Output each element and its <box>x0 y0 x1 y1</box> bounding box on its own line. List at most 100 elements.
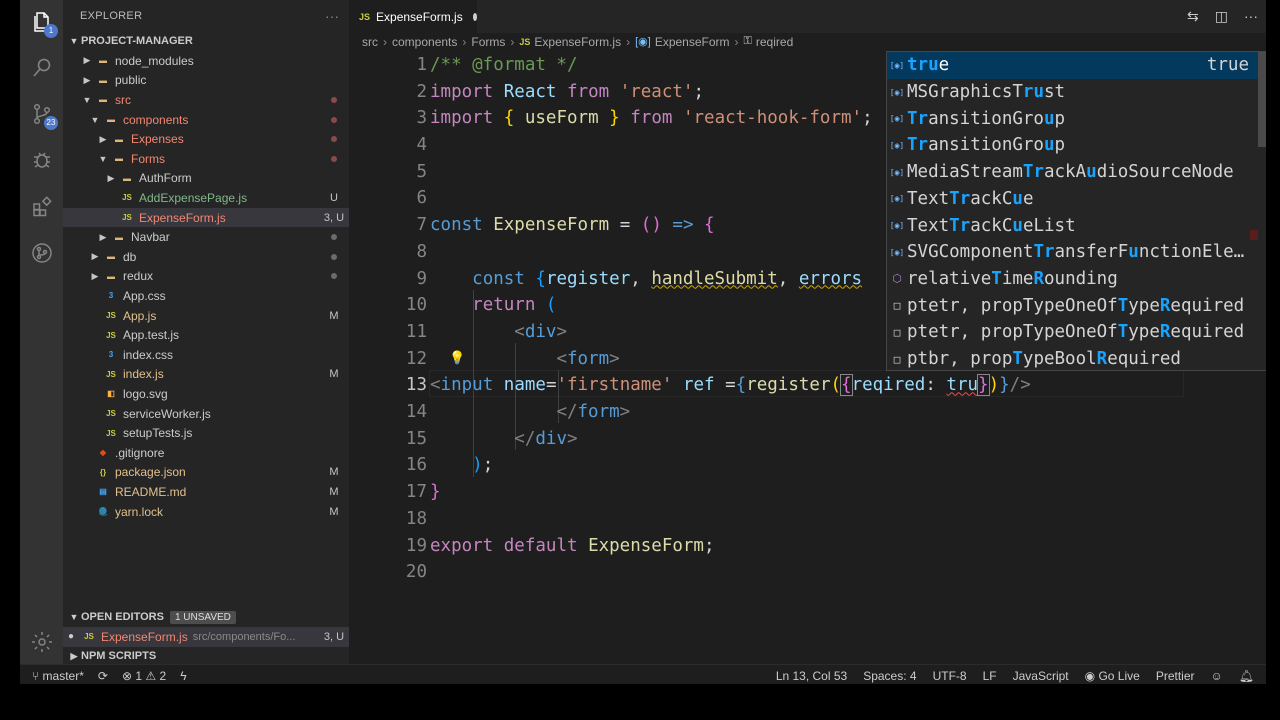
tree-folder[interactable]: ▶ ▬ node_modules <box>63 51 349 71</box>
tree-file[interactable]: JS ExpenseForm.js 3, U <box>63 207 349 228</box>
chevron-right-icon[interactable]: ▶ <box>97 232 109 243</box>
suggestion-item[interactable]: [◉] TransitionGroup <box>887 132 1259 159</box>
notifications-bell-icon[interactable]: 🔔︎ <box>1239 669 1254 683</box>
tree-folder[interactable]: ▶ ▬ AuthForm <box>63 169 349 189</box>
tree-folder[interactable]: ▶ ▬ db <box>63 247 349 267</box>
tree-file[interactable]: JS App.js M <box>63 306 349 326</box>
breadcrumb-item[interactable]: Forms <box>471 35 505 49</box>
suggestion-label: TextTrackCue <box>907 188 1034 209</box>
breadcrumb-item[interactable]: reqired <box>756 35 793 49</box>
git-branch-icon: ⑂ <box>32 669 40 683</box>
suggestion-item[interactable]: [◉] MediaStreamTrackAudioSourceNode <box>887 159 1259 186</box>
settings-gear-icon[interactable] <box>28 628 56 656</box>
suggestion-item[interactable]: □ ptbr, propTypeBoolRequired <box>887 346 1259 370</box>
css-file-icon: 3 <box>108 291 114 301</box>
editor-actions: ⇆ ◫ ··· <box>1187 8 1258 25</box>
open-editors-header[interactable]: ▼ OPEN EDITORS 1 UNSAVED <box>63 607 349 627</box>
tree-file[interactable]: JS AddExpensePage.js U <box>63 188 349 208</box>
chevron-right-icon[interactable]: ▶ <box>97 134 109 145</box>
chevron-right-icon[interactable]: ▶ <box>105 173 117 184</box>
explorer-icon[interactable]: 1 <box>28 8 58 38</box>
breadcrumb-item[interactable]: ExpenseForm.js <box>534 35 621 49</box>
breadcrumb-item[interactable]: src <box>362 35 378 49</box>
suggestion-item[interactable]: [◉] TextTrackCue <box>887 186 1259 213</box>
chevron-right-icon[interactable]: ▶ <box>89 271 101 282</box>
variable-icon: [◉] <box>889 140 905 150</box>
suggestion-item[interactable]: ⬡ relativeTimeRounding <box>887 266 1259 293</box>
breadcrumb-item[interactable]: ExpenseForm <box>655 35 730 49</box>
breadcrumb-item[interactable]: components <box>392 35 457 49</box>
feedback-icon[interactable]: ☺ <box>1211 669 1223 683</box>
explorer-badge: 1 <box>44 24 58 38</box>
search-icon[interactable] <box>28 54 56 82</box>
folder-file-icon: ▬ <box>123 173 131 183</box>
unsaved-dot-icon[interactable] <box>472 12 477 21</box>
suggestion-item[interactable]: □ ptetr, propTypeOneOfTypeRequired <box>887 319 1259 346</box>
chevron-right-icon[interactable]: ▶ <box>81 55 93 66</box>
tree-folder[interactable]: ▶ ▬ Navbar <box>63 227 349 247</box>
autocomplete-suggest-widget[interactable]: [◉] true true [◉] MSGraphicsTrust [◉] Transiti… <box>886 51 1266 371</box>
tree-file[interactable]: 3 index.css <box>63 345 349 365</box>
tree-file[interactable]: 🧶︎ yarn.lock M <box>63 502 349 522</box>
compare-icon[interactable]: ⇆ <box>1187 8 1199 25</box>
unsaved-dot-icon[interactable]: ● <box>63 631 79 642</box>
indentation[interactable]: Spaces: 4 <box>863 669 916 683</box>
tree-file[interactable]: JS serviceWorker.js <box>63 404 349 424</box>
code-line-2: import React from 'react'; <box>430 81 705 102</box>
tree-file[interactable]: ▤ README.md M <box>63 482 349 502</box>
suggestion-item[interactable]: [◉] SVGComponentTransferFunctionEle… <box>887 239 1259 266</box>
open-editor-item[interactable]: ● JS ExpenseForm.js src/components/Fo...… <box>63 627 349 647</box>
chevron-right-icon[interactable]: ▶ <box>81 75 93 86</box>
debug-icon[interactable] <box>28 146 56 174</box>
chevron-down-icon[interactable]: ▼ <box>89 115 101 125</box>
go-live-button[interactable]: ◉ Go Live <box>1085 669 1140 683</box>
prettier-status[interactable]: Prettier <box>1156 669 1195 683</box>
tree-folder[interactable]: ▼ ▬ Forms <box>63 149 349 169</box>
cursor-position[interactable]: Ln 13, Col 53 <box>776 669 847 683</box>
tree-file[interactable]: ◆ .gitignore <box>63 443 349 463</box>
lightning-icon[interactable]: ϟ <box>180 669 186 683</box>
tree-folder[interactable]: ▼ ▬ components <box>63 110 349 130</box>
suggestion-item[interactable]: [◉] true true <box>887 52 1259 79</box>
tab-expenseform[interactable]: JS ExpenseForm.js <box>349 0 477 33</box>
tree-folder[interactable]: ▶ ▬ public <box>63 71 349 91</box>
tree-folder[interactable]: ▶ ▬ redux <box>63 267 349 287</box>
tree-file[interactable]: {} package.json M <box>63 463 349 483</box>
unsaved-badge: 1 UNSAVED <box>169 610 236 624</box>
split-editor-icon[interactable]: ◫ <box>1215 8 1228 25</box>
tree-file[interactable]: 3 App.css <box>63 286 349 306</box>
tree-file[interactable]: JS index.js M <box>63 365 349 385</box>
suggestion-item[interactable]: [◉] TextTrackCueList <box>887 212 1259 239</box>
branch-status[interactable]: ⑂ master* <box>32 669 84 683</box>
npm-scripts-header[interactable]: ▶ NPM SCRIPTS <box>63 646 349 666</box>
language-mode[interactable]: JavaScript <box>1013 669 1069 683</box>
more-icon[interactable]: ··· <box>1244 8 1258 25</box>
encoding[interactable]: UTF-8 <box>933 669 967 683</box>
modified-dot-icon <box>331 155 337 162</box>
tree-folder[interactable]: ▶ ▬ Expenses <box>63 129 349 149</box>
git-decoration: U <box>330 191 338 204</box>
tree-folder[interactable]: ▼ ▬ src <box>63 90 349 110</box>
suggest-scrollbar[interactable] <box>1258 52 1266 147</box>
git-graph-icon[interactable] <box>28 239 56 267</box>
more-actions-icon[interactable]: ··· <box>325 8 339 24</box>
tree-file[interactable]: JS setupTests.js <box>63 423 349 443</box>
suggestion-label: TransitionGroup <box>907 135 1066 156</box>
tree-file[interactable]: ◧ logo.svg <box>63 384 349 404</box>
tree-file[interactable]: JS App.test.js <box>63 325 349 345</box>
suggestion-item[interactable]: □ ptetr, propTypeOneOfTypeRequired <box>887 292 1259 319</box>
tree-item-label: package.json <box>115 465 186 480</box>
chevron-down-icon[interactable]: ▼ <box>97 154 109 164</box>
suggestion-item[interactable]: [◉] MSGraphicsTrust <box>887 79 1259 106</box>
sync-icon[interactable]: ⟳ <box>98 669 108 683</box>
source-control-icon[interactable]: 23 <box>28 100 58 130</box>
suggestion-label: relativeTimeRounding <box>907 268 1118 289</box>
extensions-icon[interactable] <box>28 193 56 221</box>
chevron-down-icon[interactable]: ▼ <box>81 95 93 105</box>
code-line-12: <form> <box>556 348 620 369</box>
line-ending[interactable]: LF <box>983 669 997 683</box>
chevron-right-icon[interactable]: ▶ <box>89 251 101 262</box>
project-section-header[interactable]: ▼ PROJECT-MANAGER <box>63 31 349 51</box>
suggestion-item[interactable]: [◉] TransitionGroup <box>887 105 1259 132</box>
problems-status[interactable]: ⊗ 1 ⚠ 2 <box>122 669 166 683</box>
